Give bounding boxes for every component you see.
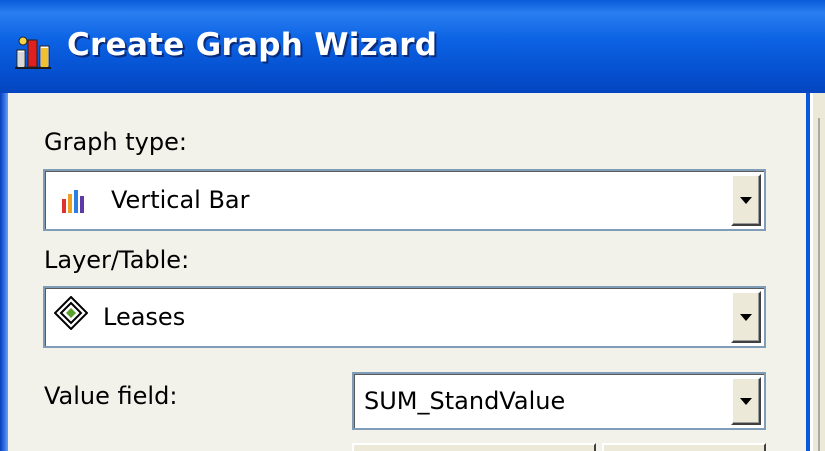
graph-type-value: Vertical Bar bbox=[111, 186, 250, 214]
chevron-down-icon bbox=[740, 314, 752, 321]
value-field-dropdown[interactable]: SUM_StandValue bbox=[352, 372, 766, 430]
preview-pane-border bbox=[818, 118, 820, 451]
graph-wizard-icon bbox=[15, 36, 51, 69]
partial-button-left[interactable] bbox=[352, 443, 596, 451]
layer-table-dropdown[interactable]: Leases bbox=[43, 286, 766, 348]
graph-type-label: Graph type: bbox=[44, 128, 187, 156]
create-graph-wizard-window: Create Graph Wizard Graph type: Vertical… bbox=[0, 0, 825, 451]
graph-type-dropdown-button[interactable] bbox=[731, 174, 761, 226]
window-title: Create Graph Wizard bbox=[67, 27, 438, 63]
value-field-label: Value field: bbox=[44, 382, 178, 410]
vertical-bar-chart-icon bbox=[62, 190, 84, 213]
layer-diamond-icon bbox=[54, 296, 88, 330]
layer-table-label: Layer/Table: bbox=[44, 246, 190, 274]
layer-table-value: Leases bbox=[103, 303, 186, 331]
partial-button-right[interactable] bbox=[602, 443, 766, 451]
graph-type-dropdown[interactable]: Vertical Bar bbox=[43, 169, 766, 231]
layer-table-dropdown-button[interactable] bbox=[731, 291, 761, 343]
chevron-down-icon bbox=[740, 398, 752, 405]
value-field-dropdown-button[interactable] bbox=[731, 377, 761, 425]
value-field-value: SUM_StandValue bbox=[364, 387, 566, 415]
title-bar[interactable]: Create Graph Wizard bbox=[0, 0, 825, 93]
chevron-down-icon bbox=[740, 197, 752, 204]
window-frame-left bbox=[0, 93, 8, 451]
